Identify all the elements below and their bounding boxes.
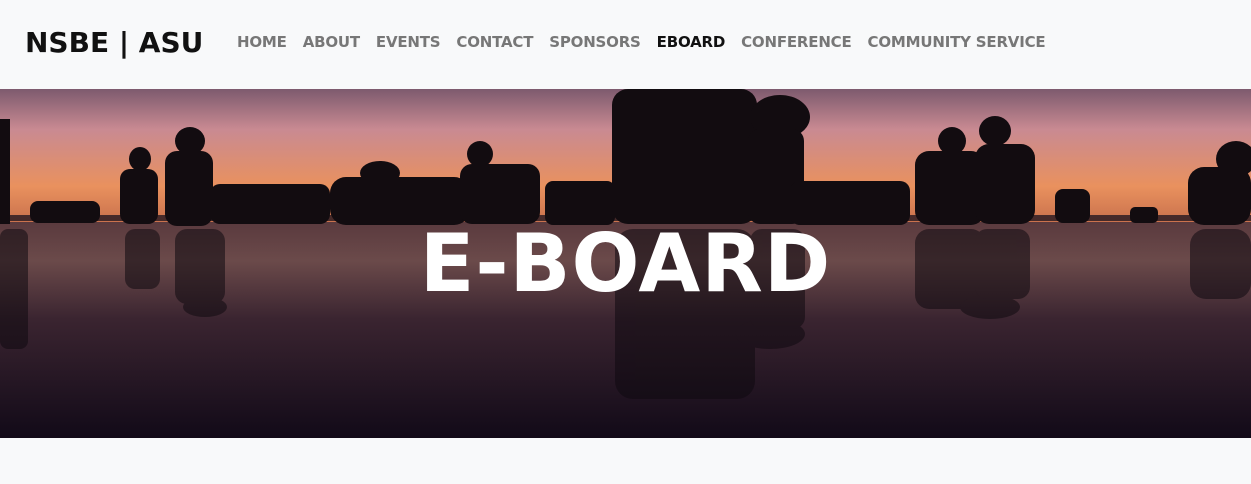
top-navbar: NSBE | ASU HOME ABOUT EVENTS CONTACT SPO… — [0, 0, 1251, 89]
nav-link-about[interactable]: ABOUT — [303, 33, 360, 51]
nav-link-home[interactable]: HOME — [237, 33, 287, 51]
main-nav: HOME ABOUT EVENTS CONTACT SPONSORS EBOAR… — [237, 32, 1046, 52]
nav-link-contact[interactable]: CONTACT — [456, 33, 533, 51]
nav-link-conference[interactable]: CONFERENCE — [741, 33, 852, 51]
nav-item-community-service: COMMUNITY SERVICE — [868, 32, 1046, 52]
nav-item-contact: CONTACT — [456, 32, 533, 52]
nav-link-eboard[interactable]: EBOARD — [657, 33, 726, 51]
nav-item-sponsors: SPONSORS — [549, 32, 641, 52]
nav-item-home: HOME — [237, 32, 287, 52]
nav-link-events[interactable]: EVENTS — [376, 33, 441, 51]
nav-item-about: ABOUT — [303, 32, 360, 52]
brand-logo-link[interactable]: NSBE | ASU — [25, 26, 203, 60]
nav-link-sponsors[interactable]: SPONSORS — [549, 33, 641, 51]
nav-link-community-service[interactable]: COMMUNITY SERVICE — [868, 33, 1046, 51]
nav-item-events: EVENTS — [376, 32, 441, 52]
hero-banner: E-BOARD — [0, 89, 1251, 438]
hero-title: E-BOARD — [419, 217, 832, 310]
nav-item-conference: CONFERENCE — [741, 32, 852, 52]
nav-item-eboard: EBOARD — [657, 32, 726, 52]
